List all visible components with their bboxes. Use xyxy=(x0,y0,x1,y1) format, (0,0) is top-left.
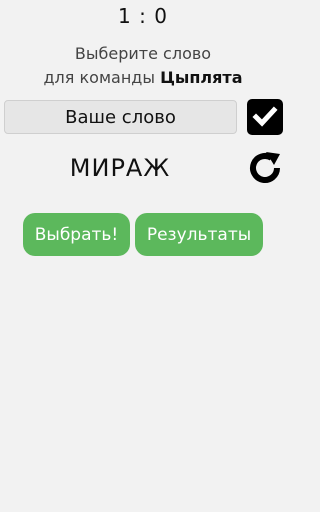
prompt-line-2: для команды Цыплята xyxy=(0,66,286,90)
choose-button[interactable]: Выбрать! xyxy=(23,213,130,256)
prompt-line-1: Выберите слово xyxy=(74,44,212,63)
confirm-word-button[interactable] xyxy=(247,99,283,135)
checkbox-check-icon xyxy=(252,106,278,127)
refresh-word-button[interactable] xyxy=(246,149,284,187)
current-word: МИРАЖ xyxy=(69,154,171,182)
team-prompt: Выберите слово для команды Цыплята xyxy=(0,42,286,90)
results-button[interactable]: Результаты xyxy=(135,213,263,256)
team-name: Цыплята xyxy=(160,68,243,87)
refresh-icon xyxy=(250,152,280,183)
score-display: 1 : 0 xyxy=(118,4,168,28)
word-input[interactable] xyxy=(4,100,237,134)
prompt-prefix: для команды xyxy=(43,68,161,87)
